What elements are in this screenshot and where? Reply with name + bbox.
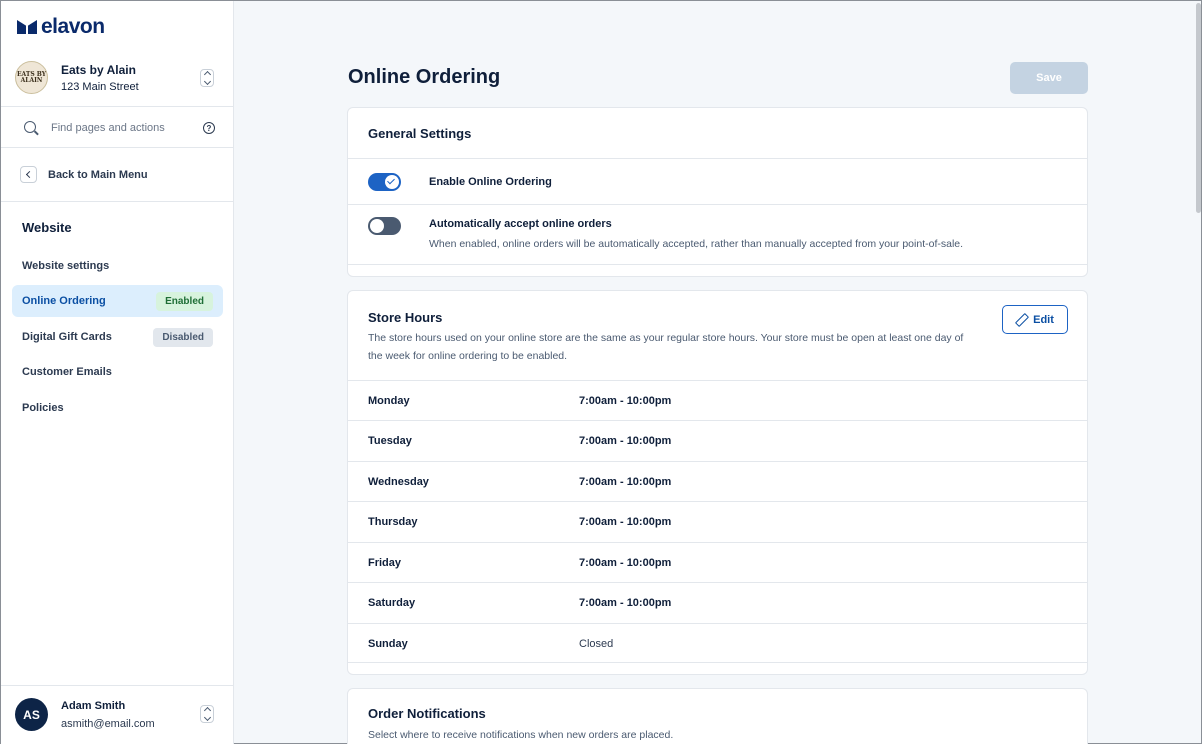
user-name: Adam Smith bbox=[61, 700, 126, 712]
hours-time: Closed bbox=[579, 638, 614, 650]
store-hours-card: Store Hours The store hours used on your… bbox=[347, 290, 1088, 675]
table-row: Sunday Closed bbox=[348, 623, 1087, 663]
hours-day: Monday bbox=[368, 395, 410, 407]
brand-name: elavon bbox=[41, 15, 105, 38]
setting-description: When enabled, online orders will be auto… bbox=[429, 238, 964, 250]
enable-online-ordering-toggle[interactable] bbox=[368, 173, 401, 191]
hours-day: Sunday bbox=[368, 638, 408, 650]
setting-label: Automatically accept online orders bbox=[429, 218, 612, 230]
toggle-knob bbox=[385, 175, 399, 189]
store-address: 123 Main Street bbox=[61, 81, 139, 93]
sidebar-item-label: Digital Gift Cards bbox=[22, 331, 112, 343]
hours-time: 7:00am - 10:00pm bbox=[579, 435, 672, 447]
hours-time: 7:00am - 10:00pm bbox=[579, 516, 672, 528]
store-switcher[interactable]: EATS BY ALAIN Eats by Alain 123 Main Stre… bbox=[1, 49, 233, 107]
table-row: Tuesday 7:00am - 10:00pm bbox=[348, 420, 1087, 460]
store-logo-text-2: ALAIN bbox=[20, 76, 43, 84]
sidebar-section-title: Website bbox=[22, 220, 72, 235]
store-name: Eats by Alain bbox=[61, 63, 136, 77]
store-logo: EATS BY ALAIN bbox=[15, 61, 48, 94]
store-chevron-updown-icon[interactable] bbox=[200, 69, 214, 87]
page-title: Online Ordering bbox=[348, 66, 501, 88]
elavon-logo-icon bbox=[17, 20, 37, 34]
sidebar-item-website-settings[interactable]: Website settings bbox=[12, 250, 223, 282]
hours-day: Tuesday bbox=[368, 435, 412, 447]
table-row: Saturday 7:00am - 10:00pm bbox=[348, 582, 1087, 622]
sidebar-item-label: Policies bbox=[22, 402, 64, 414]
avatar: AS bbox=[15, 698, 48, 731]
hours-day: Saturday bbox=[368, 597, 416, 609]
user-email: asmith@email.com bbox=[61, 718, 155, 730]
edit-hours-button[interactable]: Edit bbox=[1002, 305, 1068, 334]
general-settings-card: General Settings Enable Online Ordering … bbox=[347, 107, 1088, 277]
sidebar-item-customer-emails[interactable]: Customer Emails bbox=[12, 356, 223, 388]
sidebar-item-label: Customer Emails bbox=[22, 366, 112, 378]
app-window: elavon EATS BY ALAIN Eats by Alain 123 Ma… bbox=[0, 0, 1202, 744]
auto-accept-orders-toggle[interactable] bbox=[368, 217, 401, 235]
setting-label: Enable Online Ordering bbox=[429, 176, 552, 188]
card-description: Select where to receive notifications wh… bbox=[368, 729, 674, 741]
status-badge: Disabled bbox=[153, 328, 213, 347]
card-description: The store hours used on your online stor… bbox=[368, 332, 964, 362]
hours-time: 7:00am - 10:00pm bbox=[579, 597, 672, 609]
card-title: Order Notifications bbox=[368, 706, 486, 721]
card-title: Store Hours bbox=[368, 310, 443, 325]
edit-label: Edit bbox=[1033, 313, 1054, 326]
hours-time: 7:00am - 10:00pm bbox=[579, 476, 672, 488]
sidebar-item-label: Website settings bbox=[22, 260, 110, 272]
user-chevron-updown-icon[interactable] bbox=[200, 705, 214, 723]
toggle-knob bbox=[370, 219, 384, 233]
save-button[interactable]: Save bbox=[1010, 62, 1088, 94]
hours-day: Wednesday bbox=[368, 476, 429, 488]
card-title: General Settings bbox=[368, 126, 472, 141]
user-menu[interactable]: AS Adam Smith asmith@email.com bbox=[1, 685, 233, 744]
back-label: Back to Main Menu bbox=[48, 169, 148, 181]
order-notifications-card: Order Notifications Select where to rece… bbox=[347, 688, 1088, 744]
table-row: Monday 7:00am - 10:00pm bbox=[348, 380, 1087, 420]
hours-day: Thursday bbox=[368, 516, 418, 528]
divider bbox=[348, 158, 1087, 159]
table-row: Thursday 7:00am - 10:00pm bbox=[348, 501, 1087, 541]
sidebar-item-label: Online Ordering bbox=[22, 295, 106, 307]
search-bar bbox=[1, 108, 233, 148]
brand-logo[interactable]: elavon bbox=[17, 15, 105, 39]
help-icon[interactable]: ? bbox=[203, 122, 215, 134]
sidebar-item-digital-gift-cards[interactable]: Digital Gift Cards Disabled bbox=[12, 321, 223, 353]
divider bbox=[348, 204, 1087, 205]
search-input[interactable] bbox=[51, 120, 191, 136]
search-icon bbox=[24, 121, 36, 133]
table-row: Friday 7:00am - 10:00pm bbox=[348, 542, 1087, 582]
status-badge: Enabled bbox=[156, 292, 213, 311]
sidebar-item-policies[interactable]: Policies bbox=[12, 392, 223, 424]
hours-time: 7:00am - 10:00pm bbox=[579, 395, 672, 407]
chevron-left-icon bbox=[20, 166, 37, 183]
table-row: Wednesday 7:00am - 10:00pm bbox=[348, 461, 1087, 501]
pencil-icon bbox=[1016, 314, 1027, 325]
scrollbar[interactable] bbox=[1196, 3, 1201, 213]
hours-time: 7:00am - 10:00pm bbox=[579, 557, 672, 569]
sidebar-item-online-ordering[interactable]: Online Ordering Enabled bbox=[12, 285, 223, 317]
hours-day: Friday bbox=[368, 557, 402, 569]
sidebar: elavon EATS BY ALAIN Eats by Alain 123 Ma… bbox=[1, 1, 234, 744]
back-to-main-menu[interactable]: Back to Main Menu bbox=[1, 149, 233, 202]
divider bbox=[348, 264, 1087, 265]
